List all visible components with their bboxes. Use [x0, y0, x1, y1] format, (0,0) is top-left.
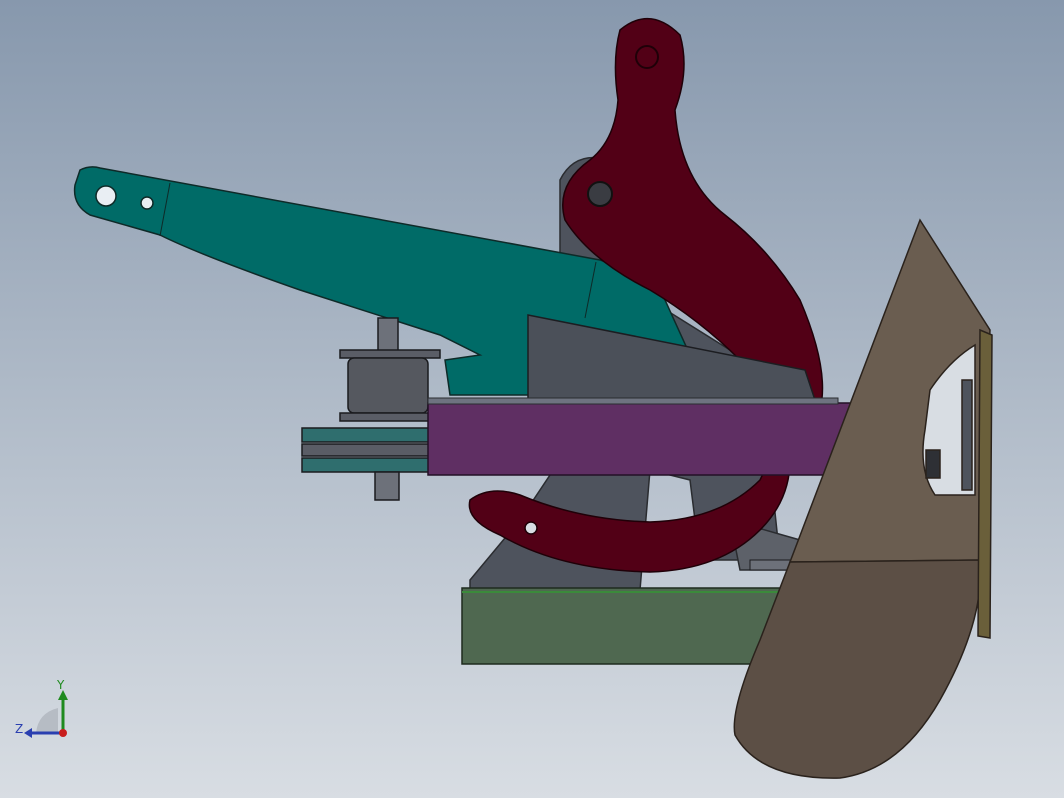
triad-graphic [24, 690, 68, 738]
blade-roller [925, 449, 941, 479]
base-plate [461, 587, 793, 665]
lever-bottom-hole [524, 521, 538, 535]
cad-viewport[interactable] [0, 0, 1064, 798]
model-view[interactable] [0, 0, 1064, 798]
crossbar-top-strip [427, 397, 839, 405]
triad-z-label: Z [15, 722, 24, 736]
arm-hole-small [140, 196, 154, 210]
lever-pivot-pin [587, 181, 613, 207]
arm-hole-large [95, 185, 117, 207]
triad-y-label: Y [57, 678, 65, 692]
blade-clip [961, 379, 973, 491]
axis-triad [18, 678, 78, 748]
